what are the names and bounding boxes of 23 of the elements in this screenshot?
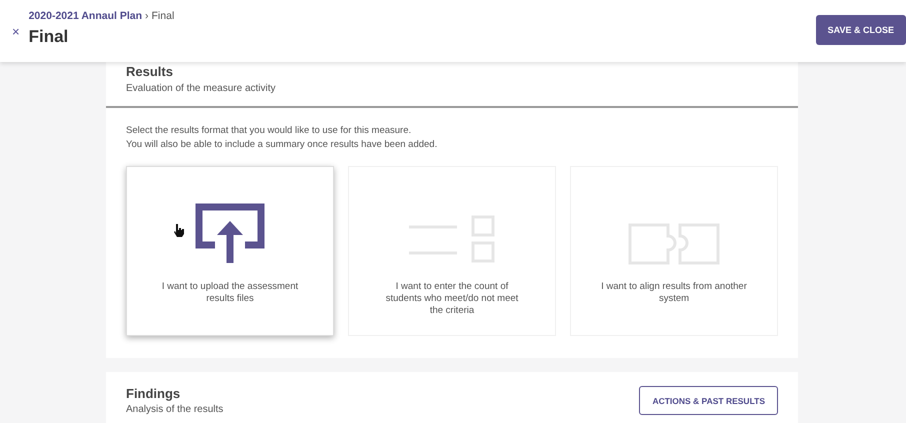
puzzle-icon xyxy=(628,223,720,265)
option-label: I want to enter the count of students who meet/do not meet the criteria xyxy=(384,281,520,317)
form-fields-icon xyxy=(407,215,497,265)
instruction-text: You will also be able to include a summary once results have been added. xyxy=(126,138,438,152)
section-subtitle: Analysis of the results xyxy=(126,404,224,415)
section-title: Findings xyxy=(126,386,182,401)
save-close-button[interactable]: SAVE & CLOSE xyxy=(816,15,906,45)
option-label: I want to upload the assessment results files xyxy=(160,281,300,305)
format-option-card[interactable]: I want to align results from another system xyxy=(570,166,778,336)
instruction-text: Select the results format that you would like to use for this measure. xyxy=(126,124,412,138)
breadcrumb-separator: › xyxy=(145,10,149,22)
section-title: Results xyxy=(126,64,174,79)
section-subtitle: Evaluation of the measure activity xyxy=(126,83,277,94)
close-icon[interactable]: × xyxy=(12,24,20,39)
option-label: I want to align results from another system xyxy=(600,281,748,305)
actions-past-results-button[interactable]: ACTIONS & PAST RESULTS xyxy=(639,386,778,415)
page-title: Final xyxy=(28,27,70,47)
format-option-card[interactable]: I want to enter the count of students who meet/do not meet the criteria xyxy=(348,166,556,336)
breadcrumb-current: Final xyxy=(152,10,174,22)
breadcrumb-link[interactable]: 2020-2021 Annaul Plan xyxy=(28,10,142,22)
hand-cursor-icon xyxy=(173,223,185,237)
format-option-card[interactable]: I want to upload the assessment results files xyxy=(126,166,334,336)
upload-icon xyxy=(195,203,265,265)
